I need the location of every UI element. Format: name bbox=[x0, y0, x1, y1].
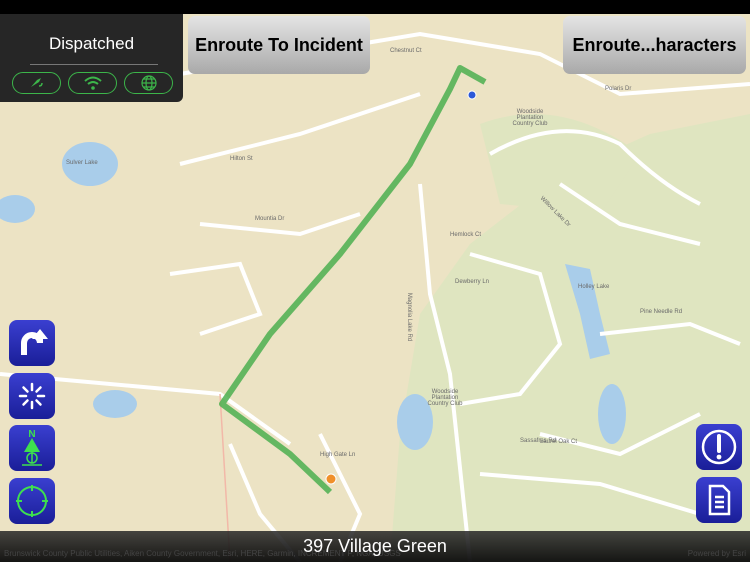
enroute-status-button[interactable]: Enroute...haracters bbox=[563, 16, 746, 74]
alert-button[interactable] bbox=[696, 424, 742, 470]
map-label: Sassafras Rd bbox=[520, 438, 557, 444]
document-button[interactable] bbox=[696, 477, 742, 523]
map-label: Hemlock Ct bbox=[450, 232, 482, 238]
globe-icon bbox=[140, 75, 157, 91]
map-label: Pine Needle Rd bbox=[640, 309, 683, 315]
refresh-button[interactable] bbox=[9, 373, 55, 419]
u-turn-icon bbox=[21, 329, 48, 355]
u-turn-button[interactable] bbox=[9, 320, 55, 366]
map-label: Holley Lake bbox=[578, 284, 610, 290]
lake bbox=[0, 195, 35, 223]
map-label: Dewberry Ln bbox=[455, 279, 490, 285]
map-label: Sulver Lake bbox=[66, 160, 98, 166]
map-label: Magnolia Lake Rd bbox=[406, 292, 413, 342]
bottom-bar: Brunswick County Public Utilities, Aiken… bbox=[0, 531, 750, 562]
north-up-icon: N bbox=[22, 429, 42, 466]
alert-icon bbox=[701, 429, 737, 465]
divider bbox=[30, 64, 158, 65]
status-bar bbox=[0, 0, 750, 14]
map-label: Chestnut Ct bbox=[390, 48, 422, 54]
document-icon bbox=[708, 484, 731, 516]
lake bbox=[598, 384, 626, 444]
status-panel: Dispatched bbox=[0, 14, 183, 102]
map-label: Polaris Dr bbox=[605, 86, 632, 92]
map-label: Mountia Dr bbox=[255, 216, 285, 222]
locate-button[interactable] bbox=[9, 478, 55, 524]
dispatch-status: Dispatched bbox=[48, 34, 135, 53]
incident-marker bbox=[325, 473, 337, 485]
map-label: Woodside Plantation Country Club bbox=[427, 389, 463, 407]
map-label: Woodside Plantation Country Club bbox=[512, 109, 548, 127]
gps-satellite-icon bbox=[30, 78, 43, 87]
lake bbox=[93, 390, 137, 418]
gps-status-button[interactable] bbox=[12, 72, 61, 94]
wifi-status-button[interactable] bbox=[68, 72, 117, 94]
enroute-to-incident-button[interactable]: Enroute To Incident bbox=[188, 16, 370, 74]
network-status-button[interactable] bbox=[124, 72, 173, 94]
locate-crosshair-icon bbox=[16, 485, 48, 517]
map-label: High Gate Ln bbox=[320, 452, 356, 458]
north-up-button[interactable]: N bbox=[9, 425, 55, 471]
loading-spinner-icon bbox=[18, 382, 46, 410]
map-label: Hilton St bbox=[230, 156, 253, 162]
wifi-icon bbox=[83, 76, 102, 90]
current-location-marker bbox=[467, 90, 477, 100]
incident-address: 397 Village Green bbox=[303, 536, 447, 556]
